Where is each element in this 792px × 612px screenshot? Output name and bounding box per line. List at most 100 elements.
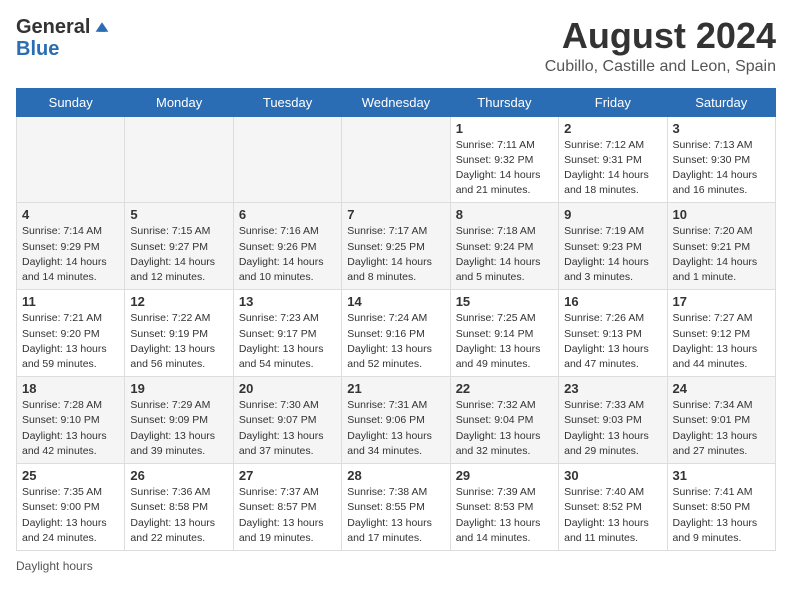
- calendar-cell: 11Sunrise: 7:21 AM Sunset: 9:20 PM Dayli…: [17, 290, 125, 377]
- calendar-day-header: Monday: [125, 88, 233, 116]
- day-info: Sunrise: 7:22 AM Sunset: 9:19 PM Dayligh…: [130, 311, 227, 372]
- calendar-cell: 24Sunrise: 7:34 AM Sunset: 9:01 PM Dayli…: [667, 377, 775, 464]
- calendar-week-row: 18 Sunrise: 7:28 AM Sunset: 9:10 PM Dayli…: [17, 377, 776, 464]
- daylight-hours-label: Daylight hours: [16, 559, 93, 573]
- calendar-cell: 22Sunrise: 7:32 AM Sunset: 9:04 PM Dayli…: [450, 377, 558, 464]
- logo-icon: [94, 19, 110, 35]
- day-number: 3: [673, 121, 770, 136]
- day-info: Sunrise: 7:27 AM Sunset: 9:12 PM Dayligh…: [673, 311, 770, 372]
- calendar-cell: 30 Sunrise: 7:40 AM Sunset: 8:52 PM Dayli…: [559, 464, 667, 551]
- day-info: Sunrise: 7:38 AM Sunset: 8:55 PM Dayligh…: [347, 485, 444, 546]
- day-number: 10: [673, 207, 770, 222]
- calendar-table: SundayMondayTuesdayWednesdayThursdayFrid…: [16, 88, 776, 551]
- day-info: Sunrise: 7:40 AM Sunset: 8:52 PM Dayligh…: [564, 485, 661, 546]
- day-number: 26: [130, 468, 227, 483]
- day-number: 1: [456, 121, 553, 136]
- calendar-header-row: SundayMondayTuesdayWednesdayThursdayFrid…: [17, 88, 776, 116]
- calendar-cell: 13Sunrise: 7:23 AM Sunset: 9:17 PM Dayli…: [233, 290, 341, 377]
- calendar-cell: 3 Sunrise: 7:13 AM Sunset: 9:30 PM Daylig…: [667, 116, 775, 203]
- day-number: 7: [347, 207, 444, 222]
- day-info: Sunrise: 7:14 AM Sunset: 9:29 PM Dayligh…: [22, 224, 119, 285]
- day-number: 6: [239, 207, 336, 222]
- day-number: 19: [130, 381, 227, 396]
- calendar-cell: 23 Sunrise: 7:33 AM Sunset: 9:03 PM Dayli…: [559, 377, 667, 464]
- day-number: 23: [564, 381, 661, 396]
- calendar-cell: 9 Sunrise: 7:19 AM Sunset: 9:23 PM Daylig…: [559, 203, 667, 290]
- calendar-day-header: Friday: [559, 88, 667, 116]
- calendar-cell: 16 Sunrise: 7:26 AM Sunset: 9:13 PM Dayli…: [559, 290, 667, 377]
- calendar-cell: [125, 116, 233, 203]
- day-info: Sunrise: 7:12 AM Sunset: 9:31 PM Dayligh…: [564, 138, 661, 199]
- day-info: Sunrise: 7:18 AM Sunset: 9:24 PM Dayligh…: [456, 224, 553, 285]
- calendar-day-header: Tuesday: [233, 88, 341, 116]
- calendar-cell: 14 Sunrise: 7:24 AM Sunset: 9:16 PM Dayli…: [342, 290, 450, 377]
- day-info: Sunrise: 7:30 AM Sunset: 9:07 PM Dayligh…: [239, 398, 336, 459]
- day-number: 16: [564, 294, 661, 309]
- calendar-day-header: Sunday: [17, 88, 125, 116]
- day-info: Sunrise: 7:24 AM Sunset: 9:16 PM Dayligh…: [347, 311, 444, 372]
- calendar-cell: 12 Sunrise: 7:22 AM Sunset: 9:19 PM Dayli…: [125, 290, 233, 377]
- calendar-cell: 29Sunrise: 7:39 AM Sunset: 8:53 PM Dayli…: [450, 464, 558, 551]
- calendar-cell: 8 Sunrise: 7:18 AM Sunset: 9:24 PM Daylig…: [450, 203, 558, 290]
- day-number: 27: [239, 468, 336, 483]
- day-info: Sunrise: 7:13 AM Sunset: 9:30 PM Dayligh…: [673, 138, 770, 199]
- calendar-cell: 21Sunrise: 7:31 AM Sunset: 9:06 PM Dayli…: [342, 377, 450, 464]
- day-info: Sunrise: 7:17 AM Sunset: 9:25 PM Dayligh…: [347, 224, 444, 285]
- calendar-cell: 18 Sunrise: 7:28 AM Sunset: 9:10 PM Dayli…: [17, 377, 125, 464]
- calendar-day-header: Wednesday: [342, 88, 450, 116]
- day-number: 2: [564, 121, 661, 136]
- day-info: Sunrise: 7:34 AM Sunset: 9:01 PM Dayligh…: [673, 398, 770, 459]
- day-number: 11: [22, 294, 119, 309]
- calendar-cell: 10 Sunrise: 7:20 AM Sunset: 9:21 PM Dayli…: [667, 203, 775, 290]
- day-number: 5: [130, 207, 227, 222]
- calendar-cell: 31 Sunrise: 7:41 AM Sunset: 8:50 PM Dayli…: [667, 464, 775, 551]
- day-number: 9: [564, 207, 661, 222]
- day-info: Sunrise: 7:41 AM Sunset: 8:50 PM Dayligh…: [673, 485, 770, 546]
- day-number: 15: [456, 294, 553, 309]
- header: General Blue August 2024 Cubillo, Castil…: [16, 16, 776, 76]
- calendar-day-header: Thursday: [450, 88, 558, 116]
- day-number: 29: [456, 468, 553, 483]
- day-info: Sunrise: 7:26 AM Sunset: 9:13 PM Dayligh…: [564, 311, 661, 372]
- calendar-cell: 19 Sunrise: 7:29 AM Sunset: 9:09 PM Dayli…: [125, 377, 233, 464]
- day-number: 25: [22, 468, 119, 483]
- calendar-cell: [233, 116, 341, 203]
- day-number: 18: [22, 381, 119, 396]
- calendar-cell: 7 Sunrise: 7:17 AM Sunset: 9:25 PM Daylig…: [342, 203, 450, 290]
- day-number: 31: [673, 468, 770, 483]
- calendar-cell: 27 Sunrise: 7:37 AM Sunset: 8:57 PM Dayli…: [233, 464, 341, 551]
- calendar-cell: 2 Sunrise: 7:12 AM Sunset: 9:31 PM Daylig…: [559, 116, 667, 203]
- calendar-day-header: Saturday: [667, 88, 775, 116]
- calendar-cell: 1 Sunrise: 7:11 AM Sunset: 9:32 PM Daylig…: [450, 116, 558, 203]
- day-info: Sunrise: 7:33 AM Sunset: 9:03 PM Dayligh…: [564, 398, 661, 459]
- calendar-cell: [17, 116, 125, 203]
- day-info: Sunrise: 7:19 AM Sunset: 9:23 PM Dayligh…: [564, 224, 661, 285]
- calendar-week-row: 1 Sunrise: 7:11 AM Sunset: 9:32 PM Daylig…: [17, 116, 776, 203]
- day-number: 30: [564, 468, 661, 483]
- day-number: 12: [130, 294, 227, 309]
- logo-general-text: General: [16, 16, 90, 38]
- day-info: Sunrise: 7:15 AM Sunset: 9:27 PM Dayligh…: [130, 224, 227, 285]
- calendar-week-row: 25 Sunrise: 7:35 AM Sunset: 9:00 PM Dayli…: [17, 464, 776, 551]
- day-info: Sunrise: 7:37 AM Sunset: 8:57 PM Dayligh…: [239, 485, 336, 546]
- day-info: Sunrise: 7:36 AM Sunset: 8:58 PM Dayligh…: [130, 485, 227, 546]
- day-info: Sunrise: 7:11 AM Sunset: 9:32 PM Dayligh…: [456, 138, 553, 199]
- day-info: Sunrise: 7:35 AM Sunset: 9:00 PM Dayligh…: [22, 485, 119, 546]
- calendar-week-row: 11Sunrise: 7:21 AM Sunset: 9:20 PM Dayli…: [17, 290, 776, 377]
- day-info: Sunrise: 7:29 AM Sunset: 9:09 PM Dayligh…: [130, 398, 227, 459]
- day-number: 17: [673, 294, 770, 309]
- calendar-cell: 15Sunrise: 7:25 AM Sunset: 9:14 PM Dayli…: [450, 290, 558, 377]
- title-area: August 2024 Cubillo, Castille and Leon, …: [545, 16, 776, 76]
- calendar-cell: 4Sunrise: 7:14 AM Sunset: 9:29 PM Daylig…: [17, 203, 125, 290]
- day-info: Sunrise: 7:32 AM Sunset: 9:04 PM Dayligh…: [456, 398, 553, 459]
- day-number: 20: [239, 381, 336, 396]
- day-info: Sunrise: 7:28 AM Sunset: 9:10 PM Dayligh…: [22, 398, 119, 459]
- month-year: August 2024: [545, 16, 776, 56]
- calendar-cell: 20 Sunrise: 7:30 AM Sunset: 9:07 PM Dayli…: [233, 377, 341, 464]
- day-info: Sunrise: 7:20 AM Sunset: 9:21 PM Dayligh…: [673, 224, 770, 285]
- day-number: 14: [347, 294, 444, 309]
- calendar-cell: 25 Sunrise: 7:35 AM Sunset: 9:00 PM Dayli…: [17, 464, 125, 551]
- day-number: 8: [456, 207, 553, 222]
- location: Cubillo, Castille and Leon, Spain: [545, 58, 776, 76]
- day-info: Sunrise: 7:31 AM Sunset: 9:06 PM Dayligh…: [347, 398, 444, 459]
